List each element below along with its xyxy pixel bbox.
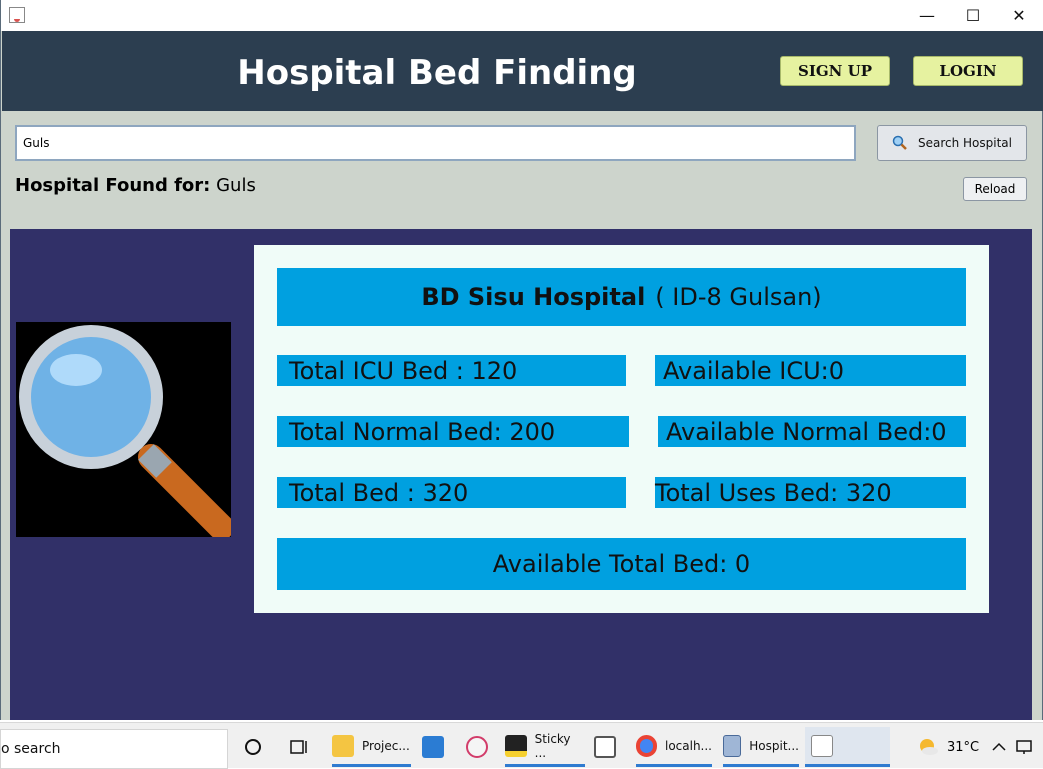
total-icu-bed: Total ICU Bed : 120 [277, 355, 626, 386]
app-window: — ☐ ✕ Hospital Bed Finding SIGN UP LOGIN… [0, 0, 1043, 720]
snip-icon [466, 736, 488, 758]
network-icon[interactable] [1016, 727, 1036, 767]
chevron-up-icon[interactable] [992, 727, 1006, 767]
title-bar: — ☐ ✕ [1, 0, 1043, 31]
cube-icon [723, 734, 742, 757]
total-bed: Total Bed : 320 [277, 477, 626, 508]
search-icon [892, 135, 907, 150]
mail-icon [422, 736, 444, 758]
taskbar-item-mail[interactable] [422, 727, 452, 767]
temperature: 31°C [947, 739, 980, 755]
hospital-id: ( ID-8 Gulsan) [655, 283, 822, 311]
weather-widget[interactable]: 31°C [917, 727, 979, 767]
taskbar-item-java[interactable] [805, 727, 890, 767]
hospital-title: BD Sisu Hospital ( ID-8 Gulsan) [277, 268, 966, 326]
search-input[interactable] [15, 125, 856, 161]
taskbar-item-explorer[interactable]: Projec... [332, 727, 411, 767]
search-button-label: Search Hospital [917, 136, 1012, 150]
taskbar-item-hospital[interactable]: Hospit... [723, 727, 799, 767]
taskbar-item-presentation[interactable] [594, 727, 624, 767]
found-value: Guls [216, 175, 256, 196]
close-button[interactable]: ✕ [996, 0, 1042, 31]
taskbar-search-text: o search [1, 741, 61, 757]
taskbar: o search Projec... Sticky ... localh... … [0, 722, 1043, 769]
reload-button[interactable]: Reload [963, 177, 1027, 201]
total-normal-bed: Total Normal Bed: 200 [277, 416, 629, 447]
taskbar-item-label: Sticky ... [534, 731, 571, 760]
magnifier-image [16, 322, 234, 540]
taskbar-item-chrome[interactable]: localh... [636, 727, 712, 767]
taskbar-item-sticky[interactable]: Sticky ... [505, 727, 585, 767]
maximize-button[interactable]: ☐ [950, 0, 996, 31]
page-title: Hospital Bed Finding [237, 53, 637, 93]
java-icon [811, 734, 833, 757]
taskbar-search[interactable]: o search [0, 729, 228, 769]
taskbar-item-label: Projec... [362, 738, 410, 753]
hospital-card: BD Sisu Hospital ( ID-8 Gulsan) Total IC… [254, 245, 989, 613]
login-button[interactable]: LOGIN [913, 56, 1023, 86]
search-result-text: Hospital Found for: Guls [15, 175, 256, 196]
sticky-notes-icon [505, 734, 527, 757]
search-hospital-button[interactable]: Search Hospital [877, 125, 1027, 161]
available-normal-bed: Available Normal Bed:0 [658, 416, 966, 447]
folder-icon [332, 734, 354, 757]
weather-sun-icon [920, 739, 938, 755]
task-view-icon[interactable] [290, 727, 310, 767]
presentation-icon [594, 736, 616, 758]
chrome-icon [636, 734, 657, 757]
signup-button[interactable]: SIGN UP [780, 56, 890, 86]
minimize-button[interactable]: — [904, 0, 950, 31]
cortana-icon[interactable] [244, 727, 262, 767]
search-panel: Search Hospital Hospital Found for: Guls… [10, 118, 1034, 220]
taskbar-item-label: localh... [664, 738, 712, 753]
java-icon [9, 7, 25, 23]
hospital-name: BD Sisu Hospital [421, 283, 646, 311]
available-total-bed: Available Total Bed: 0 [277, 538, 966, 590]
found-label: Hospital Found for: [15, 175, 211, 196]
taskbar-item-label: Hospit... [749, 738, 799, 753]
available-icu: Available ICU:0 [655, 355, 966, 386]
taskbar-item-snip[interactable] [466, 727, 496, 767]
total-uses-bed: Total Uses Bed: 320 [655, 477, 966, 508]
results-panel: BD Sisu Hospital ( ID-8 Gulsan) Total IC… [10, 229, 1032, 720]
app-header: Hospital Bed Finding SIGN UP LOGIN [2, 31, 1043, 111]
